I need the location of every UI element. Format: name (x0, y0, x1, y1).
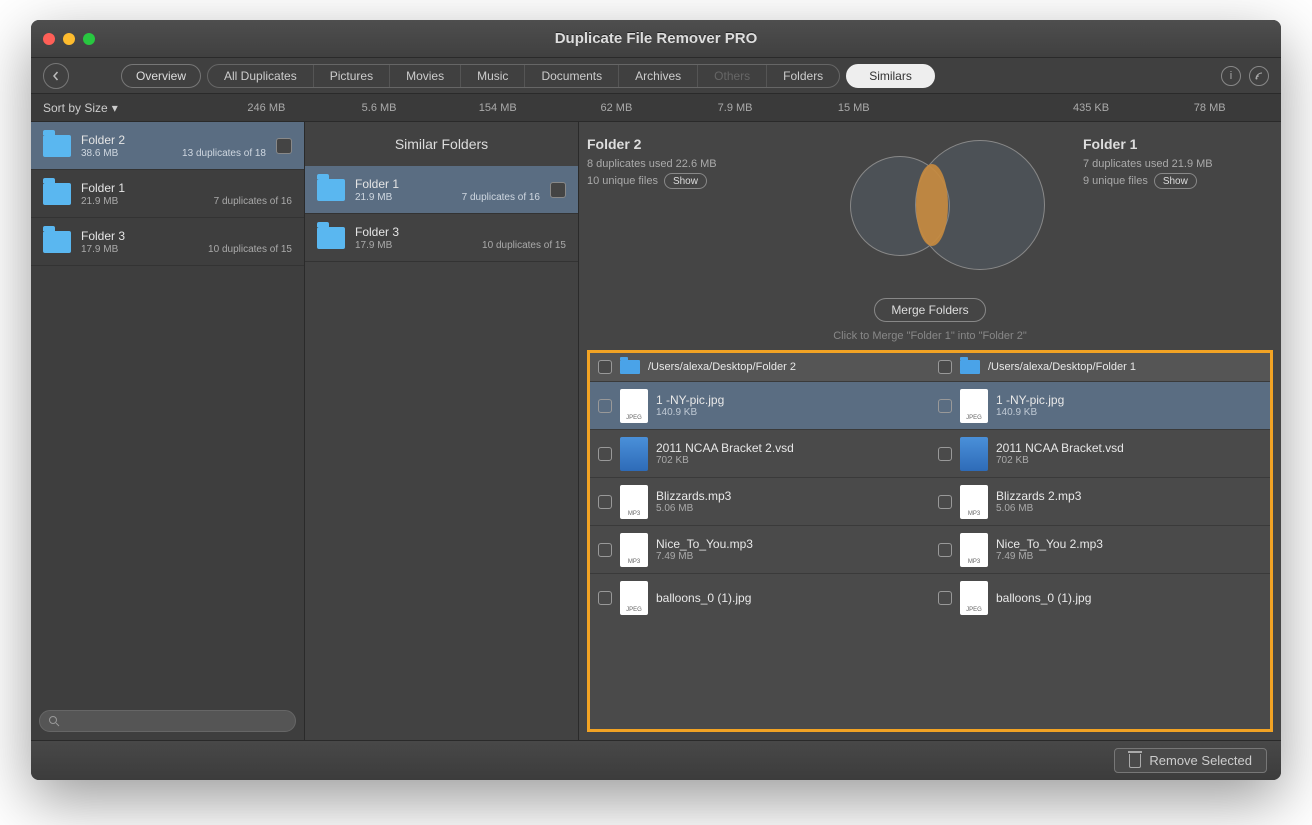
tab-music[interactable]: Music (461, 65, 525, 87)
app-window: Duplicate File Remover PRO Overview All … (31, 20, 1281, 780)
venn-diagram (820, 136, 1040, 286)
file-icon (960, 389, 988, 423)
file-icon (620, 485, 648, 519)
file-icon (960, 437, 988, 471)
file-icon (960, 581, 988, 615)
similar-folders-title: Similar Folders (305, 122, 578, 166)
row-right-checkbox[interactable] (938, 591, 952, 605)
window-title: Duplicate File Remover PRO (31, 30, 1281, 47)
search-input[interactable] (39, 710, 296, 732)
minimize-window-button[interactable] (63, 33, 75, 45)
tab-size: 7.9 MB (676, 102, 795, 114)
tab-size: 78 MB (1150, 102, 1269, 114)
file-icon (620, 389, 648, 423)
merge-hint: Click to Merge "Folder 1" into "Folder 2… (579, 330, 1281, 342)
compare-left: Folder 2 8 duplicates used 22.6 MB 10 un… (587, 136, 777, 192)
info-icon[interactable]: i (1221, 66, 1241, 86)
tab-size: 62 MB (557, 102, 676, 114)
folder-checkbox[interactable] (550, 182, 566, 198)
row-right-checkbox[interactable] (938, 543, 952, 557)
toolbar: Overview All DuplicatesPicturesMoviesMus… (31, 58, 1281, 94)
folder-icon (317, 227, 345, 249)
tab-size: 246 MB (213, 102, 320, 114)
sidebar: Folder 2 38.6 MB13 duplicates of 18 Fold… (31, 122, 305, 740)
footer: Remove Selected (31, 740, 1281, 780)
tab-size: 15 MB (794, 102, 913, 114)
tab-size: 5.6 MB (320, 102, 439, 114)
tab-all-duplicates[interactable]: All Duplicates (208, 65, 314, 87)
tab-movies[interactable]: Movies (390, 65, 461, 87)
similar-folders-panel: Similar Folders Folder 1 21.9 MB7 duplic… (305, 122, 579, 740)
table-header: /Users/alexa/Desktop/Folder 2 /Users/ale… (590, 353, 1270, 381)
folder-item[interactable]: Folder 2 38.6 MB13 duplicates of 18 (31, 122, 304, 170)
row-left-checkbox[interactable] (598, 447, 612, 461)
show-right-button[interactable]: Show (1154, 173, 1197, 189)
merge-folders-button[interactable]: Merge Folders (874, 298, 985, 322)
file-icon (620, 437, 648, 471)
remove-selected-button[interactable]: Remove Selected (1114, 748, 1267, 773)
tab-folders[interactable]: Folders (767, 65, 839, 87)
tab-size (913, 102, 1032, 114)
compare-left-title: Folder 2 (587, 136, 777, 152)
compare-right-title: Folder 1 (1083, 136, 1273, 152)
detail-panel: Folder 2 8 duplicates used 22.6 MB 10 un… (579, 122, 1281, 740)
file-icon (620, 581, 648, 615)
row-left-checkbox[interactable] (598, 399, 612, 413)
folder-icon (43, 135, 71, 157)
rss-icon[interactable] (1249, 66, 1269, 86)
row-right-checkbox[interactable] (938, 399, 952, 413)
category-tabs: All DuplicatesPicturesMoviesMusicDocumen… (207, 64, 840, 88)
tab-archives[interactable]: Archives (619, 65, 698, 87)
compare-right: Folder 1 7 duplicates used 21.9 MB 9 uni… (1083, 136, 1273, 192)
row-left-checkbox[interactable] (598, 495, 612, 509)
tab-documents[interactable]: Documents (525, 65, 619, 87)
folder-checkbox[interactable] (276, 138, 292, 154)
folder-icon (43, 231, 71, 253)
file-compare-table: /Users/alexa/Desktop/Folder 2 /Users/ale… (587, 350, 1273, 732)
tab-similars[interactable]: Similars (846, 64, 935, 88)
overview-button[interactable]: Overview (121, 64, 201, 88)
comparison-header: Folder 2 8 duplicates used 22.6 MB 10 un… (579, 122, 1281, 294)
file-icon (620, 533, 648, 567)
window-controls (43, 33, 95, 45)
tab-pictures[interactable]: Pictures (314, 65, 390, 87)
table-row[interactable]: Blizzards.mp35.06 MB Blizzards 2.mp35.06… (590, 477, 1270, 525)
maximize-window-button[interactable] (83, 33, 95, 45)
table-row[interactable]: balloons_0 (1).jpg balloons_0 (1).jpg (590, 573, 1270, 621)
folder-item[interactable]: Folder 3 17.9 MB10 duplicates of 15 (31, 218, 304, 266)
folder-item[interactable]: Folder 3 17.9 MB10 duplicates of 15 (305, 214, 578, 262)
folder-item[interactable]: Folder 1 21.9 MB7 duplicates of 16 (31, 170, 304, 218)
row-left-checkbox[interactable] (598, 591, 612, 605)
row-right-checkbox[interactable] (938, 495, 952, 509)
show-left-button[interactable]: Show (664, 173, 707, 189)
table-row[interactable]: 1 -NY-pic.jpg140.9 KB 1 -NY-pic.jpg140.9… (590, 381, 1270, 429)
select-all-right-checkbox[interactable] (938, 360, 952, 374)
tab-size: 154 MB (438, 102, 557, 114)
row-left-checkbox[interactable] (598, 543, 612, 557)
sort-dropdown[interactable]: Sort by Size ▾ (43, 101, 213, 115)
folder-item[interactable]: Folder 1 21.9 MB7 duplicates of 16 (305, 166, 578, 214)
folder-icon (43, 183, 71, 205)
close-window-button[interactable] (43, 33, 55, 45)
file-icon (960, 533, 988, 567)
size-bar: Sort by Size ▾ 246 MB5.6 MB154 MB62 MB7.… (31, 94, 1281, 122)
folder-icon (960, 360, 980, 374)
folder-icon (620, 360, 640, 374)
titlebar: Duplicate File Remover PRO (31, 20, 1281, 58)
back-button[interactable] (43, 63, 69, 89)
tab-size: 435 KB (1032, 102, 1151, 114)
select-all-left-checkbox[interactable] (598, 360, 612, 374)
file-icon (960, 485, 988, 519)
table-row[interactable]: Nice_To_You.mp37.49 MB Nice_To_You 2.mp3… (590, 525, 1270, 573)
folder-icon (317, 179, 345, 201)
table-row[interactable]: 2011 NCAA Bracket 2.vsd702 KB 2011 NCAA … (590, 429, 1270, 477)
row-right-checkbox[interactable] (938, 447, 952, 461)
tab-others: Others (698, 65, 767, 87)
trash-icon (1129, 754, 1141, 768)
